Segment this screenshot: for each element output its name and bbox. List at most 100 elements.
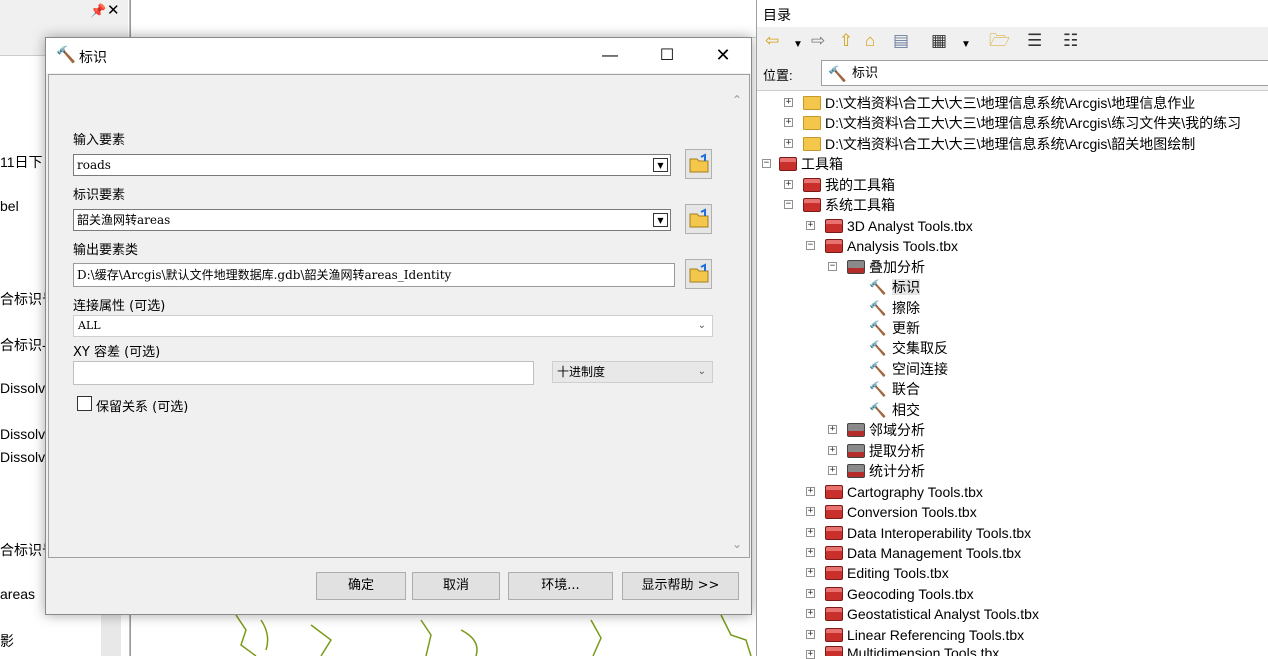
toolbox-icon	[825, 219, 843, 233]
xy-tolerance-input[interactable]	[73, 361, 534, 385]
location-label: 位置:	[763, 68, 793, 83]
list-item[interactable]: bel	[0, 198, 19, 214]
tree-item-label: 叠加分析	[869, 259, 925, 275]
expand-icon[interactable]: +	[806, 609, 815, 618]
dropdown-arrow-icon[interactable]: ▼	[653, 158, 668, 172]
environments-button[interactable]: 环境...	[508, 572, 613, 600]
new-folder-icon[interactable]: 🗁	[989, 31, 1010, 51]
connect-folder-icon[interactable]: ▤	[893, 31, 909, 51]
dropdown-arrow-icon[interactable]: ▼	[653, 213, 668, 227]
tree-item-folder[interactable]: D:\文档资料\合工大\大三\地理信息系统\Arcgis\练习文件夹\我的练习	[803, 113, 1241, 133]
home-icon[interactable]: ⌂	[865, 31, 875, 51]
tree-item-toolbox[interactable]: Editing Tools.tbx	[825, 563, 949, 583]
expand-icon[interactable]: +	[784, 118, 793, 127]
tree-item-toolbox[interactable]: Cartography Tools.tbx	[825, 482, 983, 502]
expand-icon[interactable]: +	[784, 180, 793, 189]
scroll-up-icon[interactable]: ⌃	[732, 93, 742, 107]
collapse-icon[interactable]: −	[762, 159, 771, 168]
tree-item-toolbox[interactable]: Geostatistical Analyst Tools.tbx	[825, 604, 1039, 624]
show-help-button[interactable]: 显示帮助 >>	[622, 572, 739, 600]
view-grid-icon[interactable]: ▦	[931, 31, 947, 51]
expand-icon[interactable]: +	[806, 589, 815, 598]
tree-item-label: 邻域分析	[869, 422, 925, 438]
cancel-button[interactable]: 取消	[412, 572, 500, 600]
browse-input-button[interactable]	[685, 149, 712, 179]
browse-identity-button[interactable]	[685, 204, 712, 234]
expand-icon[interactable]: +	[806, 650, 815, 659]
browse-output-button[interactable]	[685, 259, 712, 289]
expand-icon[interactable]: +	[806, 568, 815, 577]
tree-item-toolset[interactable]: 邻域分析	[847, 420, 925, 440]
close-button[interactable]: ✕	[695, 38, 751, 73]
list-item[interactable]: 合标识-	[0, 335, 47, 355]
tree-item-folder[interactable]: D:\文档资料\合工大\大三\地理信息系统\Arcgis\地理信息作业	[803, 93, 1195, 113]
maximize-button[interactable]: ☐	[639, 38, 695, 73]
collapse-icon[interactable]: −	[784, 200, 793, 209]
tree-item-system-toolboxes[interactable]: 系统工具箱	[803, 195, 895, 215]
expand-icon[interactable]: +	[828, 446, 837, 455]
ok-button[interactable]: 确定	[316, 572, 406, 600]
tree-item-my-toolboxes[interactable]: 我的工具箱	[803, 175, 895, 195]
expand-icon[interactable]: +	[806, 487, 815, 496]
expand-icon[interactable]: +	[784, 139, 793, 148]
output-feature-class-input[interactable]: D:\缓存\Arcgis\默认文件地理数据库.gdb\韶关渔网转areas_Id…	[73, 263, 675, 287]
tree-item-tool[interactable]: 🔨 更新	[869, 318, 920, 338]
tree-item-tool[interactable]: 🔨 相交	[869, 400, 920, 420]
tree-item-toolbox[interactable]: 3D Analyst Tools.tbx	[825, 216, 973, 236]
input-features-combo[interactable]: roads ▼	[73, 154, 671, 176]
tree-item-toolbox[interactable]: Linear Referencing Tools.tbx	[825, 625, 1024, 645]
list-item[interactable]: 影	[0, 631, 14, 651]
expand-icon[interactable]: +	[806, 507, 815, 516]
dialog-titlebar[interactable]: 🔨 标识 — ☐ ✕	[46, 38, 751, 73]
tree-item-toolbox[interactable]: Data Management Tools.tbx	[825, 543, 1021, 563]
toolbox-icon	[825, 587, 843, 601]
expand-icon[interactable]: +	[806, 548, 815, 557]
forward-arrow-icon[interactable]: ⇨	[811, 31, 825, 51]
tree-item-tool[interactable]: 🔨 空间连接	[869, 359, 948, 379]
expand-icon[interactable]: +	[806, 630, 815, 639]
identity-features-combo[interactable]: 韶关渔网转areas ▼	[73, 209, 671, 231]
collapse-icon[interactable]: −	[828, 262, 837, 271]
up-folder-icon[interactable]: ⇧	[839, 31, 853, 51]
expand-icon[interactable]: +	[828, 425, 837, 434]
join-attributes-select[interactable]: ALL ⌄	[73, 315, 713, 337]
minimize-button[interactable]: —	[582, 38, 638, 73]
view-dropdown-icon[interactable]: ▼	[961, 35, 971, 55]
expand-icon[interactable]: +	[784, 98, 793, 107]
tree-item-toolbox[interactable]: Geocoding Tools.tbx	[825, 584, 974, 604]
keep-relationships-checkbox[interactable]	[77, 396, 92, 411]
tree-item-toolset[interactable]: 提取分析	[847, 441, 925, 461]
tree-view-icon[interactable]: ☰	[1027, 31, 1042, 51]
close-icon[interactable]: ✕	[107, 1, 120, 19]
toolbox-icon	[825, 566, 843, 580]
toolbox-icon	[825, 505, 843, 519]
tree-item-tool[interactable]: 🔨 擦除	[869, 298, 920, 318]
toolbox-icon	[825, 239, 843, 253]
scroll-down-icon[interactable]: ⌄	[732, 537, 742, 551]
tree-item-tool[interactable]: 🔨 交集取反	[869, 338, 948, 358]
tree-item-toolbox[interactable]: Conversion Tools.tbx	[825, 502, 977, 522]
xy-unit-select[interactable]: 十进制度 ⌄	[552, 361, 713, 383]
tree-item-toolbox[interactable]: Multidimension Tools.tbx	[825, 643, 999, 656]
expand-icon[interactable]: +	[828, 466, 837, 475]
tree-item-toolbox[interactable]: Data Interoperability Tools.tbx	[825, 523, 1031, 543]
back-arrow-icon[interactable]: ⇦	[765, 31, 779, 51]
list-item[interactable]: 11日下	[0, 152, 43, 172]
options-icon[interactable]: ☷	[1063, 31, 1078, 51]
tree-item-toolset[interactable]: 统计分析	[847, 461, 925, 481]
dialog-scrollbar[interactable]: ⌃ ⌄	[729, 75, 747, 557]
pin-icon[interactable]: 📌	[90, 3, 106, 19]
location-input[interactable]: 🔨 标识	[821, 60, 1268, 86]
back-dropdown-icon[interactable]: ▼	[793, 35, 803, 55]
expand-icon[interactable]: +	[806, 528, 815, 537]
tree-item-folder[interactable]: D:\文档资料\合工大\大三\地理信息系统\Arcgis\韶关地图绘制	[803, 134, 1195, 154]
tree-item-tool[interactable]: 🔨 标识	[869, 277, 920, 297]
expand-icon[interactable]: +	[806, 221, 815, 230]
list-item[interactable]: areas	[0, 586, 35, 602]
tree-item-toolbox[interactable]: Analysis Tools.tbx	[825, 236, 958, 256]
tree-item-toolset[interactable]: 叠加分析	[847, 257, 925, 277]
tree-item-toolboxes[interactable]: 工具箱	[779, 154, 843, 174]
identity-tool-dialog: 🔨 标识 — ☐ ✕ 输入要素 roads ▼ 标识要素 韶关渔网转areas …	[45, 37, 752, 615]
collapse-icon[interactable]: −	[806, 241, 815, 250]
tree-item-tool[interactable]: 🔨 联合	[869, 379, 920, 399]
